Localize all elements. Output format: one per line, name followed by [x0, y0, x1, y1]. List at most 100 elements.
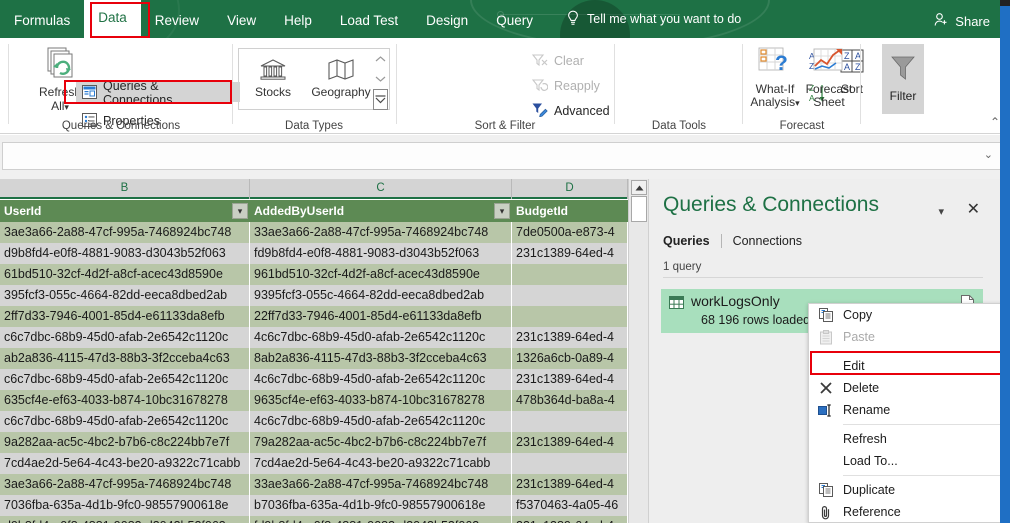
table-row[interactable]: d9b8fd4-e0f8-4881-9083-d3043b52f063fd9b8… [0, 516, 648, 523]
table-cell[interactable]: 2ff7d33-7946-4001-85d4-e61133da8efb [0, 306, 250, 327]
ribbon-tab-design[interactable]: Design [412, 4, 482, 38]
what-if-analysis-button[interactable]: ? What-If Analysis▾ [746, 46, 804, 110]
table-row[interactable]: 635cf4e-ef63-4033-b874-10bc31678278 9635c… [0, 390, 648, 411]
table-cell[interactable]: 9635cf4e-ef63-4033-b874-10bc31678278 [250, 390, 512, 411]
ribbon-tab-load-test[interactable]: Load Test [326, 4, 412, 38]
table-cell[interactable]: 231c1389-64ed-4 [512, 516, 628, 523]
table-cell[interactable]: 9395fcf3-055c-4664-82dd-eeca8dbed2ab [250, 285, 512, 306]
context-menu-item-edit[interactable]: Edit [809, 355, 1009, 377]
table-cell[interactable]: 961bd510-32cf-4d2f-a8cf-acec43d8590e [250, 264, 512, 285]
ribbon-tab-query[interactable]: Query [482, 4, 547, 38]
formula-input[interactable]: ⌄ [2, 142, 1002, 170]
scroll-up-icon[interactable] [631, 180, 647, 195]
table-cell[interactable]: c6c7dbc-68b9-45d0-afab-2e6542c1120c [0, 411, 250, 432]
table-cell[interactable]: 231c1389-64ed-4 [512, 243, 628, 264]
data-types-scroll[interactable] [373, 50, 388, 110]
table-cell[interactable]: ab2a836-4115-47d3-88b3-3f2cceba4c63 [0, 348, 250, 369]
table-cell[interactable]: 231c1389-64ed-4 [512, 369, 628, 390]
table-cell[interactable]: 9a282aa-ac5c-4bc2-b7b6-c8c224bb7e7f [0, 432, 250, 453]
panel-close-icon[interactable]: ✕ [967, 199, 980, 219]
advanced-filter-button[interactable]: Advanced [528, 100, 614, 122]
table-cell[interactable]: fd9b8fd4-e0f8-4881-9083-d3043b52f063 [250, 516, 512, 523]
table-row[interactable]: 7cd4ae2d-5e64-4c43-be20-a9322c71cabb 7cd4… [0, 453, 648, 474]
table-cell[interactable]: 61bd510-32cf-4d2f-a8cf-acec43d8590e [0, 264, 250, 285]
table-cell[interactable]: c6c7dbc-68b9-45d0-afab-2e6542c1120c [0, 327, 250, 348]
table-cell[interactable]: 33ae3a66-2a88-47cf-995a-7468924bc748 [250, 222, 512, 243]
column-letter-B[interactable]: B [0, 179, 250, 199]
table-row[interactable]: c6c7dbc-68b9-45d0-afab-2e6542c1120c 4c6c7… [0, 411, 648, 432]
filter-dropdown-button[interactable]: ▾ [494, 203, 510, 219]
table-cell[interactable]: 7cd4ae2d-5e64-4c43-be20-a9322c71cabb [250, 453, 512, 474]
table-cell[interactable]: 3ae3a66-2a88-47cf-995a-7468924bc748 [0, 222, 250, 243]
forecast-sheet-button[interactable]: Forecast Sheet [800, 46, 858, 109]
context-menu-item-refresh[interactable]: Refresh [809, 428, 1009, 450]
table-row[interactable]: 2ff7d33-7946-4001-85d4-e61133da8efb 22ff7… [0, 306, 648, 327]
table-cell[interactable] [512, 306, 628, 327]
table-cell[interactable]: 635cf4e-ef63-4033-b874-10bc31678278 [0, 390, 250, 411]
context-menu-item-duplicate[interactable]: Duplicate [809, 479, 1009, 501]
table-cell[interactable]: 231c1389-64ed-4 [512, 432, 628, 453]
ribbon-tab-formulas[interactable]: Formulas [0, 4, 84, 38]
table-cell[interactable]: 8ab2a836-4115-47d3-88b3-3f2cceba4c63 [250, 348, 512, 369]
table-cell[interactable]: 22ff7d33-7946-4001-85d4-e61133da8efb [250, 306, 512, 327]
context-menu-item-load-to[interactable]: Load To... [809, 450, 1009, 472]
ribbon-tab-data[interactable]: Data [84, 0, 141, 38]
table-cell[interactable] [512, 264, 628, 285]
vertical-scrollbar[interactable] [628, 179, 648, 523]
table-cell[interactable]: fd9b8fd4-e0f8-4881-9083-d3043b52f063 [250, 243, 512, 264]
column-letter-D[interactable]: D [512, 179, 628, 199]
context-menu-item-copy[interactable]: Copy [809, 304, 1009, 326]
filter-dropdown-button[interactable]: ▾ [232, 203, 248, 219]
panel-tab-connections[interactable]: Connections [733, 234, 803, 248]
ribbon-tab-review[interactable]: Review [141, 4, 213, 38]
table-cell[interactable] [512, 453, 628, 474]
context-menu-item-rename[interactable]: Rename [809, 399, 1009, 421]
panel-tab-queries[interactable]: Queries [663, 234, 710, 248]
table-cell[interactable]: 395fcf3-055c-4664-82dd-eeca8dbed2ab [0, 285, 250, 306]
collapse-ribbon-button[interactable]: ⌃ [990, 115, 1000, 129]
table-row[interactable]: 61bd510-32cf-4d2f-a8cf-acec43d8590e 961bd… [0, 264, 648, 285]
what-if-caret-icon[interactable]: ▾ [795, 98, 800, 108]
context-menu-item-reference[interactable]: Reference [809, 501, 1009, 523]
table-cell[interactable]: c6c7dbc-68b9-45d0-afab-2e6542c1120c [0, 369, 250, 390]
table-cell[interactable]: b7036fba-635a-4d1b-9fc0-98557900618e [250, 495, 512, 516]
table-row[interactable]: d9b8fd4-e0f8-4881-9083-d3043b52f063fd9b8… [0, 243, 648, 264]
table-cell[interactable]: 231c1389-64ed-4 [512, 327, 628, 348]
ribbon-tab-view[interactable]: View [213, 4, 270, 38]
data-types-gallery[interactable]: Stocks Geography [238, 48, 390, 110]
table-cell[interactable]: 7cd4ae2d-5e64-4c43-be20-a9322c71cabb [0, 453, 250, 474]
table-cell[interactable]: 33ae3a66-2a88-47cf-995a-7468924bc748 [250, 474, 512, 495]
table-cell[interactable]: 3ae3a66-2a88-47cf-995a-7468924bc748 [0, 474, 250, 495]
table-cell[interactable]: 231c1389-64ed-4 [512, 474, 628, 495]
column-letter-C[interactable]: C [250, 179, 512, 199]
table-cell[interactable]: d9b8fd4-e0f8-4881-9083-d3043b52f063 [0, 516, 250, 523]
table-row[interactable]: ab2a836-4115-47d3-88b3-3f2cceba4c63 8ab2a… [0, 348, 648, 369]
table-row[interactable]: 395fcf3-055c-4664-82dd-eeca8dbed2ab 9395f… [0, 285, 648, 306]
table-cell[interactable] [512, 411, 628, 432]
table-row[interactable]: 3ae3a66-2a88-47cf-995a-7468924bc748 33ae3… [0, 222, 648, 243]
table-row[interactable]: c6c7dbc-68b9-45d0-afab-2e6542c1120c 4c6c7… [0, 369, 648, 390]
stocks-button[interactable]: Stocks [239, 49, 307, 99]
table-cell[interactable]: 7de0500a-e873-4 [512, 222, 628, 243]
table-row[interactable]: 9a282aa-ac5c-4bc2-b7b6-c8c224bb7e7f 79a28… [0, 432, 648, 453]
table-cell[interactable]: f5370463-4a05-46 [512, 495, 628, 516]
table-cell[interactable]: 4c6c7dbc-68b9-45d0-afab-2e6542c1120c [250, 369, 512, 390]
gallery-up-icon[interactable] [373, 50, 388, 69]
table-row[interactable]: c6c7dbc-68b9-45d0-afab-2e6542c1120c 4c6c7… [0, 327, 648, 348]
table-row[interactable]: 3ae3a66-2a88-47cf-995a-7468924bc748 33ae3… [0, 474, 648, 495]
table-row[interactable]: 7036fba-635a-4d1b-9fc0-98557900618e b7036… [0, 495, 648, 516]
table-cell[interactable] [512, 285, 628, 306]
refresh-all-caret-icon[interactable]: ▾ [64, 102, 69, 112]
refresh-all-button[interactable]: Refresh All▾ [30, 44, 90, 118]
query-context-menu[interactable]: Copy Paste Edit Delete Rename Refresh Load To.… [808, 303, 1010, 523]
share-button[interactable]: Share [933, 12, 990, 31]
table-cell[interactable]: 478b364d-ba8a-4 [512, 390, 628, 411]
formula-expand-icon[interactable]: ⌄ [984, 148, 993, 161]
context-menu-item-delete[interactable]: Delete [809, 377, 1009, 399]
table-cell[interactable]: 7036fba-635a-4d1b-9fc0-98557900618e [0, 495, 250, 516]
table-cell[interactable]: 1326a6cb-0a89-4 [512, 348, 628, 369]
queries-connections-button[interactable]: Queries & Connections [78, 79, 232, 107]
panel-dropdown-icon[interactable]: ▾ [938, 205, 944, 218]
table-cell[interactable]: d9b8fd4-e0f8-4881-9083-d3043b52f063 [0, 243, 250, 264]
ribbon-tab-help[interactable]: Help [270, 4, 326, 38]
